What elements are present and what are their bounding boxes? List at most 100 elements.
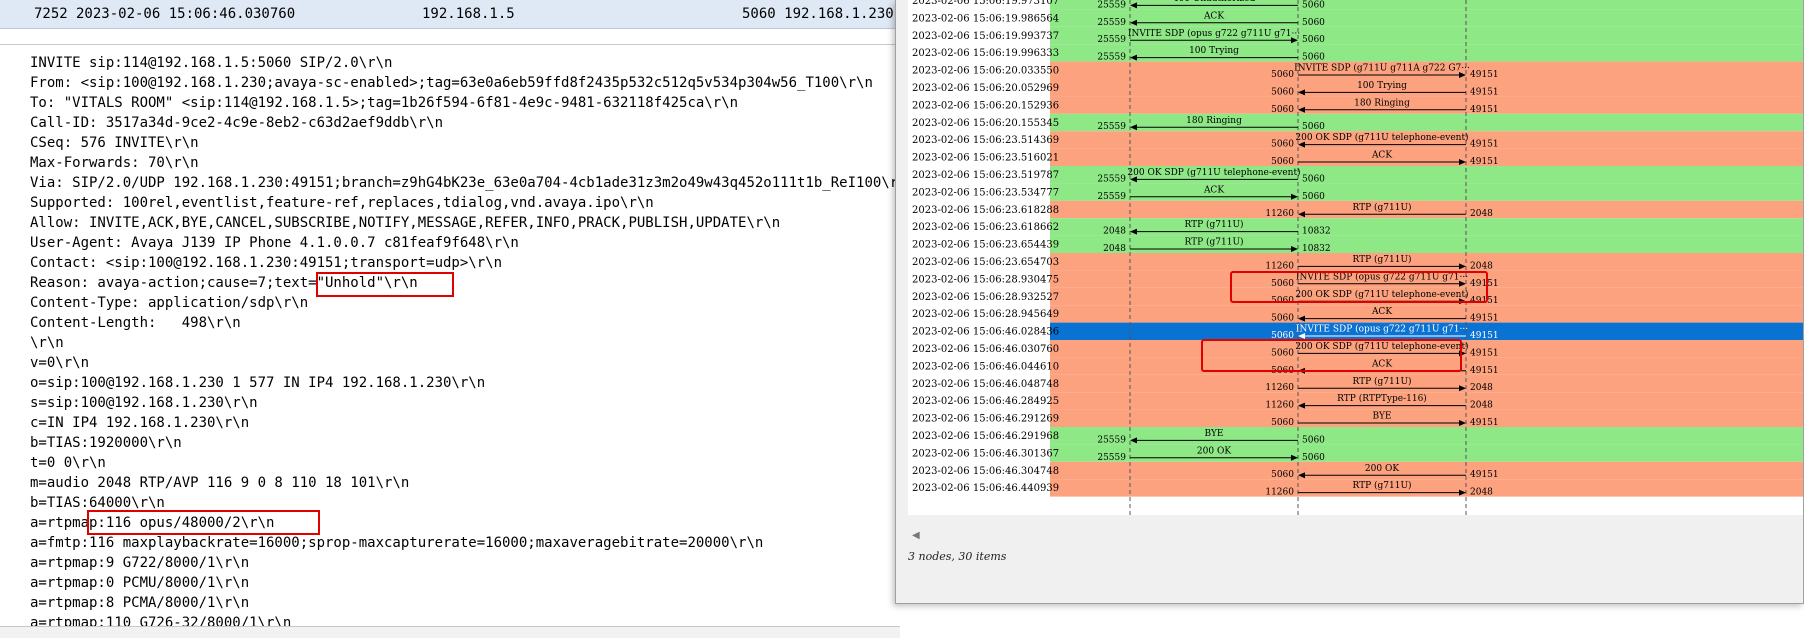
flow-source-port: 49151	[1470, 314, 1499, 324]
detail-line[interactable]: \r\n	[30, 333, 900, 353]
detail-line[interactable]: Max-Forwards: 70\r\n	[30, 153, 900, 173]
flow-row-time: 2023-02-06 15:06:46.028436	[912, 327, 1059, 338]
flow-message-label: 180 Ringing	[1186, 116, 1242, 126]
detail-line[interactable]: Content-Length: 498\r\n	[30, 313, 900, 333]
flow-row-time: 2023-02-06 15:06:19.996333	[912, 48, 1059, 59]
flow-destination-port: 5060	[1302, 453, 1325, 463]
packet-ports-destination: 5060 192.168.1.230	[742, 6, 894, 22]
detail-line[interactable]: c=IN IP4 192.168.1.230\r\n	[30, 413, 900, 433]
flow-row-band[interactable]	[1050, 96, 1804, 114]
flow-source-port: 49151	[1470, 105, 1499, 115]
detail-line[interactable]: User-Agent: Avaya J139 IP Phone 4.1.0.0.…	[30, 233, 900, 253]
flow-row-time: 2023-02-06 15:06:19.993737	[912, 31, 1059, 42]
flow-destination-port: 25559	[1097, 435, 1126, 445]
scroll-left-arrow-icon[interactable]: ◀	[912, 530, 920, 541]
flow-destination-port: 5060	[1271, 105, 1294, 115]
flow-row-time: 2023-02-06 15:06:20.033550	[912, 66, 1059, 77]
flow-graph[interactable]: 2023-02-06 15:06:19.973107 2023-02-06 15:…	[908, 0, 1804, 515]
detail-line[interactable]: m=audio 2048 RTP/AVP 116 9 0 8 110 18 10…	[30, 473, 900, 493]
flow-source-port: 25559	[1097, 35, 1126, 45]
detail-line[interactable]: From: <sip:100@192.168.1.230;avaya-sc-en…	[30, 73, 900, 93]
detail-line[interactable]: Supported: 100rel,eventlist,feature-ref,…	[30, 193, 900, 213]
packet-list-row-selected[interactable]: 7252 2023-02-06 15:06:46.030760 192.168.…	[0, 0, 900, 29]
detail-line[interactable]: INVITE sip:114@192.168.1.5:5060 SIP/2.0\…	[30, 53, 900, 73]
flow-row-time: 2023-02-06 15:06:19.986564	[912, 13, 1059, 24]
flow-row-time: 2023-02-06 15:06:23.514369	[912, 135, 1059, 146]
flow-row-time: 2023-02-06 15:06:46.044610	[912, 361, 1059, 372]
detail-line[interactable]: v=0\r\n	[30, 353, 900, 373]
flow-destination-port: 5060	[1271, 470, 1294, 480]
flow-row-band[interactable]	[1050, 253, 1804, 271]
flow-message-label: BYE	[1373, 412, 1392, 422]
pane-divider[interactable]	[0, 44, 900, 45]
flow-message-label: ACK	[1203, 11, 1224, 21]
flow-row-band[interactable]	[1050, 461, 1804, 480]
flow-source-port: 11260	[1265, 488, 1294, 498]
flow-row-time: 2023-02-06 15:06:23.654703	[912, 257, 1059, 268]
detail-line[interactable]: a=fmtp:116 maxplaybackrate=16000;sprop-m…	[30, 533, 900, 553]
flow-row-band[interactable]	[1050, 357, 1804, 375]
detail-line[interactable]: Content-Type: application/sdp\r\n	[30, 293, 900, 313]
flow-destination-port: 25559	[1097, 53, 1126, 63]
detail-line-reason[interactable]: Reason: avaya-action;cause=7;text="Unhol…	[30, 273, 900, 293]
flow-row-band[interactable]	[1050, 44, 1804, 62]
flow-message-label: INVITE SDP (opus g722 g711U g71···	[1296, 324, 1468, 335]
flow-destination-port: 5060	[1271, 314, 1294, 324]
flow-message-label: ACK	[1203, 185, 1224, 195]
flow-row-time: 2023-02-06 15:06:46.048748	[912, 379, 1059, 390]
flow-row-band[interactable]	[1050, 374, 1804, 393]
flow-row-band[interactable]	[1050, 235, 1804, 253]
flow-row-band[interactable]	[1050, 9, 1804, 27]
detail-line[interactable]: Contact: <sip:100@192.168.1.230:49151;tr…	[30, 253, 900, 273]
detail-line[interactable]: Allow: INVITE,ACK,BYE,CANCEL,SUBSCRIBE,N…	[30, 213, 900, 233]
flow-row-time: 2023-02-06 15:06:23.516021	[912, 153, 1059, 164]
flow-row-band[interactable]	[1050, 113, 1804, 132]
flow-destination-port: 25559	[1097, 18, 1126, 28]
detail-line[interactable]: s=sip:100@192.168.1.230\r\n	[30, 393, 900, 413]
detail-line[interactable]: Via: SIP/2.0/UDP 192.168.1.230:49151;bra…	[30, 173, 900, 193]
flow-source-port: 49151	[1470, 331, 1499, 341]
flow-destination-port: 2048	[1470, 383, 1493, 393]
flow-message-label: RTP (g711U)	[1352, 254, 1411, 265]
flow-row-band[interactable]	[1050, 148, 1804, 166]
detail-line[interactable]: o=sip:100@192.168.1.230 1 577 IN IP4 192…	[30, 373, 900, 393]
flow-row-band[interactable]	[1050, 444, 1804, 462]
flow-source-port: 5060	[1271, 348, 1294, 358]
flow-row-band[interactable]	[1050, 183, 1804, 201]
flow-source-port: 2048	[1103, 244, 1126, 254]
flow-row-time: 2023-02-06 15:06:23.654439	[912, 240, 1059, 251]
bottom-scrollbar[interactable]	[0, 626, 900, 638]
detail-line[interactable]: Call-ID: 3517a34d-9ce2-4c9e-8eb2-c63d2ae…	[30, 113, 900, 133]
flow-sequence-window: 2023-02-06 15:06:19.973107 2023-02-06 15:…	[895, 0, 1804, 604]
flow-row-band[interactable]	[1050, 79, 1804, 97]
flow-row-band[interactable]	[1050, 479, 1804, 497]
sip-message-text: INVITE sip:114@192.168.1.5:5060 SIP/2.0\…	[30, 53, 900, 633]
flow-message-label: 100 Trying	[1357, 81, 1407, 91]
detail-line[interactable]: CSeq: 576 INVITE\r\n	[30, 133, 900, 153]
flow-status-text: 3 nodes, 30 items	[908, 550, 1007, 563]
flow-message-label: 401 Unauthorized	[1173, 0, 1256, 4]
flow-row-band[interactable]	[1050, 392, 1804, 410]
annotation-box-opus	[87, 510, 320, 535]
flow-source-port: 2048	[1470, 209, 1493, 219]
flow-source-port: 11260	[1265, 261, 1294, 271]
detail-line[interactable]: a=rtpmap:0 PCMU/8000/1\r\n	[30, 573, 900, 593]
detail-line[interactable]: b=TIAS:1920000\r\n	[30, 433, 900, 453]
flow-row-band[interactable]	[1050, 305, 1804, 323]
flow-row-band[interactable]	[1050, 409, 1804, 427]
detail-line[interactable]: To: "VITALS ROOM" <sip:114@192.168.1.5>;…	[30, 93, 900, 113]
flow-row-band[interactable]	[1050, 218, 1804, 236]
detail-line[interactable]: a=rtpmap:8 PCMA/8000/1\r\n	[30, 593, 900, 613]
detail-line[interactable]: a=rtpmap:9 G722/8000/1\r\n	[30, 553, 900, 573]
flow-source-port: 5060	[1271, 157, 1294, 167]
detail-line[interactable]: t=0 0\r\n	[30, 453, 900, 473]
flow-row-time: 2023-02-06 15:06:46.030760	[912, 344, 1059, 355]
packet-time: 2023-02-06 15:06:46.030760	[76, 6, 296, 22]
flow-message-label: RTP (g711U)	[1352, 202, 1411, 213]
flow-row-band[interactable]	[1050, 200, 1804, 219]
flow-message-label: ACK	[1371, 307, 1392, 317]
flow-row-band[interactable]	[1050, 427, 1804, 445]
flow-row-band[interactable]	[1050, 0, 1804, 10]
packet-number: 7252	[34, 6, 68, 22]
flow-destination-port: 11260	[1265, 209, 1294, 219]
